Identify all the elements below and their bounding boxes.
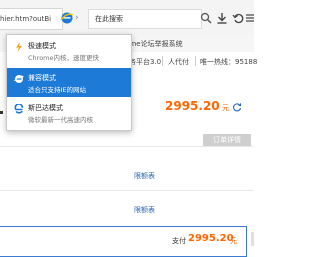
menu-item-title: 兼容模式 <box>28 74 56 82</box>
browser-mode-menu: 极速模式 Chrome内核，速度更快 兼容模式 适合只支持IE的网站 斯巴达模式… <box>6 34 132 131</box>
divider <box>0 190 254 191</box>
nav-item-hotline: 唯一热线：95188 <box>200 58 258 66</box>
menu-item-subtitle: Chrome内核，速度更快 <box>28 54 99 62</box>
undo-icon[interactable] <box>232 12 244 24</box>
order-price: 2995.20 <box>165 99 220 113</box>
divider <box>0 146 254 147</box>
search-input[interactable]: 在此搜索 <box>88 9 202 29</box>
menu-item-spartan-mode[interactable]: 斯巴达模式 微软最新一代高速内核 <box>7 98 131 127</box>
menu-item-title: 极速模式 <box>28 42 56 50</box>
address-bar[interactable]: hier.htm?outBi <box>0 8 63 30</box>
pay-label: 支付 <box>172 237 186 245</box>
pay-amount: 2995.20 <box>188 233 234 244</box>
lightning-icon <box>14 42 24 52</box>
nav-separator <box>162 56 163 66</box>
ie-icon <box>14 74 24 84</box>
menu-item-title: 斯巴达模式 <box>28 104 63 112</box>
ie-mode-icon[interactable] <box>60 11 74 25</box>
forward-chevron-icon[interactable]: › <box>75 12 85 24</box>
menu-item-speed-mode[interactable]: 极速模式 Chrome内核，速度更快 <box>7 36 131 65</box>
pay-unit: 元 <box>230 237 237 245</box>
scroll-indicator[interactable] <box>251 232 254 246</box>
refresh-icon[interactable] <box>232 102 242 112</box>
menu-item-subtitle: 适合只支持IE的网站 <box>28 86 87 94</box>
search-icon[interactable] <box>200 12 212 24</box>
menu-icon[interactable] <box>246 12 254 24</box>
price-unit: 元 <box>222 104 229 112</box>
limit-table-link[interactable]: 限额表 <box>134 171 155 181</box>
bullet <box>0 111 3 114</box>
limit-table-link[interactable]: 限额表 <box>134 205 155 215</box>
download-icon[interactable] <box>216 12 228 24</box>
order-detail-button[interactable]: 订单详情 <box>203 134 251 146</box>
menu-item-subtitle: 微软最新一代高速内核 <box>28 116 93 124</box>
nav-item-payment[interactable]: 人代付 <box>168 57 189 67</box>
nav-separator <box>195 56 196 66</box>
menu-item-compat-mode[interactable]: 兼容模式 适合只支持IE的网站 <box>7 68 131 97</box>
spartan-e-icon <box>14 103 24 114</box>
